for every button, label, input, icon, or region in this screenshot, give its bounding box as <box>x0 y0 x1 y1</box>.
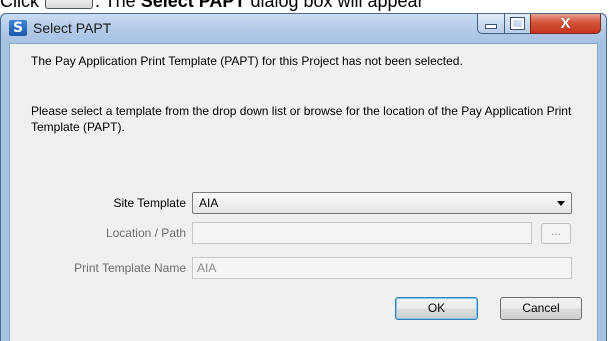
ok-button[interactable]: OK <box>395 297 478 320</box>
instruction-bold: Select PAPT <box>140 0 246 11</box>
instruction-text: Click . The Select PAPT dialog box will a… <box>0 0 610 13</box>
print-template-name-field: AIA <box>192 257 572 279</box>
close-icon: X <box>560 15 571 32</box>
browse-button: ... <box>541 223 571 244</box>
site-template-dropdown[interactable]: AIA <box>192 192 572 214</box>
message-instructions: Please select a template from the drop d… <box>31 104 572 134</box>
instruction-prefix: Click <box>0 0 39 11</box>
app-icon: S <box>9 20 27 36</box>
location-path-field <box>192 222 532 244</box>
message-not-selected: The Pay Application Print Template (PAPT… <box>31 54 463 68</box>
window-title: Select PAPT <box>33 20 112 36</box>
title-bar[interactable]: S Select PAPT X <box>1 14 606 43</box>
button-image <box>45 0 93 10</box>
location-path-label: Location / Path <box>105 226 186 240</box>
instruction-tail: dialog box will appear <box>250 0 424 11</box>
site-template-value: AIA <box>199 196 219 210</box>
maximize-button[interactable] <box>504 14 531 34</box>
chevron-down-icon[interactable] <box>557 201 565 206</box>
minimize-button[interactable] <box>477 14 505 34</box>
maximize-icon <box>510 17 525 30</box>
cancel-button[interactable]: Cancel <box>500 297 582 320</box>
dialog-body: The Pay Application Print Template (PAPT… <box>9 43 598 341</box>
select-papt-window: S Select PAPT X The Pay Application Prin… <box>0 13 607 341</box>
print-template-name-label: Print Template Name <box>74 261 186 275</box>
instruction-suffix: . The <box>95 0 136 11</box>
close-button[interactable]: X <box>530 14 601 34</box>
minimize-icon <box>485 24 497 29</box>
site-template-label: Site Template <box>113 196 187 210</box>
